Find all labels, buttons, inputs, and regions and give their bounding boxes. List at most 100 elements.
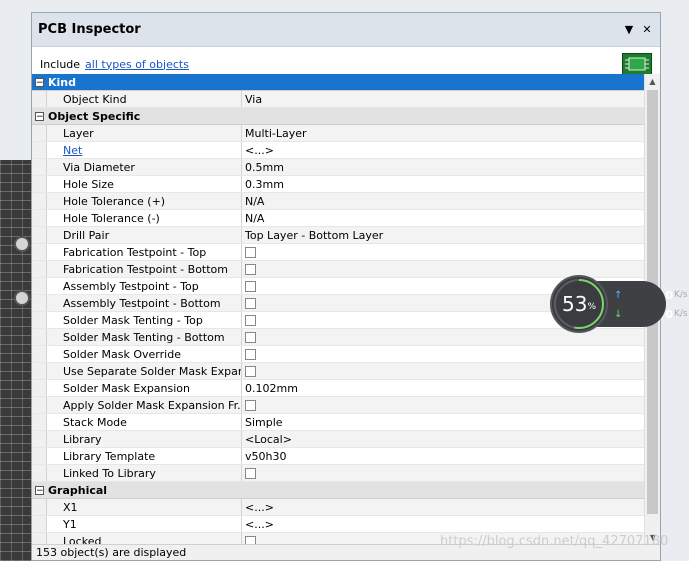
property-value[interactable]: <...> bbox=[242, 142, 645, 158]
network-monitor-widget[interactable]: ↑ 0 K/s ↓ 0 K/s 53% bbox=[550, 275, 688, 333]
property-name-label: Library Template bbox=[63, 449, 156, 463]
row-indent bbox=[32, 261, 47, 277]
property-checkbox[interactable] bbox=[245, 297, 256, 309]
property-row[interactable]: Linked To Library bbox=[32, 465, 645, 482]
close-icon[interactable]: ✕ bbox=[640, 23, 654, 36]
property-checkbox[interactable] bbox=[245, 263, 256, 275]
property-value[interactable]: 0.5mm bbox=[242, 159, 645, 175]
via-pad bbox=[14, 290, 30, 306]
property-checkbox[interactable] bbox=[245, 280, 256, 292]
property-row[interactable]: Layer Multi-Layer bbox=[32, 125, 645, 142]
row-indent bbox=[32, 448, 47, 464]
property-value[interactable]: <...> bbox=[242, 516, 645, 532]
category-graphical[interactable]: − Graphical bbox=[32, 482, 645, 499]
property-name-label: Via Diameter bbox=[63, 160, 135, 174]
property-value[interactable]: N/A bbox=[242, 210, 645, 226]
property-row[interactable]: X1 <...> bbox=[32, 499, 645, 516]
collapse-toggle-icon[interactable]: − bbox=[35, 485, 44, 495]
property-name: Solder Mask Tenting - Bottom bbox=[47, 329, 242, 345]
property-name-label: Hole Tolerance (+) bbox=[63, 194, 166, 208]
property-value[interactable] bbox=[242, 465, 645, 481]
property-value-text[interactable]: <...> bbox=[245, 144, 274, 157]
upload-rate: ↑ 0 K/s bbox=[614, 288, 688, 302]
property-value[interactable]: Multi-Layer bbox=[242, 125, 645, 141]
row-indent bbox=[32, 499, 47, 515]
property-row[interactable]: Y1 <...> bbox=[32, 516, 645, 533]
property-value[interactable] bbox=[242, 244, 645, 260]
property-row[interactable]: Object Kind Via bbox=[32, 91, 645, 108]
property-row[interactable]: Solder Mask Override bbox=[32, 346, 645, 363]
property-value-text[interactable]: 0.102mm bbox=[245, 382, 298, 395]
property-row[interactable]: Drill Pair Top Layer - Bottom Layer bbox=[32, 227, 645, 244]
row-indent bbox=[32, 465, 47, 481]
property-row[interactable]: Hole Size 0.3mm bbox=[32, 176, 645, 193]
property-value[interactable]: Via bbox=[242, 91, 645, 107]
property-checkbox[interactable] bbox=[245, 467, 256, 479]
property-row[interactable]: Solder Mask Expansion 0.102mm bbox=[32, 380, 645, 397]
property-name: Library Template bbox=[47, 448, 242, 464]
property-value[interactable] bbox=[242, 363, 645, 379]
property-name: Hole Size bbox=[47, 176, 242, 192]
row-indent bbox=[32, 329, 47, 345]
property-value[interactable]: Simple bbox=[242, 414, 645, 430]
row-indent bbox=[32, 142, 47, 158]
property-value-text[interactable]: Simple bbox=[245, 416, 283, 429]
category-object-specific[interactable]: − Object Specific bbox=[32, 108, 645, 125]
property-row[interactable]: Hole Tolerance (+) N/A bbox=[32, 193, 645, 210]
panel-title: PCB Inspector bbox=[38, 22, 141, 37]
property-row[interactable]: Use Separate Solder Mask Expan... bbox=[32, 363, 645, 380]
property-checkbox[interactable] bbox=[245, 246, 256, 258]
property-checkbox[interactable] bbox=[245, 331, 256, 343]
collapse-toggle-icon[interactable]: − bbox=[35, 77, 44, 87]
property-name: Assembly Testpoint - Top bbox=[47, 278, 242, 294]
status-bar: 153 object(s) are displayed bbox=[32, 544, 660, 560]
property-value[interactable] bbox=[242, 346, 645, 362]
property-name[interactable]: Net bbox=[47, 142, 242, 158]
panel-menu-icon[interactable]: ▼ bbox=[622, 23, 636, 36]
property-row[interactable]: Apply Solder Mask Expansion Fr... bbox=[32, 397, 645, 414]
property-name: Y1 bbox=[47, 516, 242, 532]
property-value[interactable]: N/A bbox=[242, 193, 645, 209]
category-kind[interactable]: − Kind bbox=[32, 74, 645, 91]
property-row[interactable]: Hole Tolerance (-) N/A bbox=[32, 210, 645, 227]
property-row[interactable]: Stack Mode Simple bbox=[32, 414, 645, 431]
property-row[interactable]: Net <...> bbox=[32, 142, 645, 159]
property-value-text[interactable]: 0.3mm bbox=[245, 178, 284, 191]
property-value-text[interactable]: N/A bbox=[245, 195, 264, 208]
property-value-text[interactable]: <...> bbox=[245, 501, 274, 514]
property-row[interactable]: Library <Local> bbox=[32, 431, 645, 448]
property-row[interactable]: Fabrication Testpoint - Top bbox=[32, 244, 645, 261]
property-checkbox[interactable] bbox=[245, 399, 256, 411]
property-checkbox[interactable] bbox=[245, 365, 256, 377]
property-value[interactable]: 0.3mm bbox=[242, 176, 645, 192]
property-value-text[interactable]: v50h30 bbox=[245, 450, 286, 463]
property-value[interactable]: Top Layer - Bottom Layer bbox=[242, 227, 645, 243]
property-checkbox[interactable] bbox=[245, 348, 256, 360]
property-name-label: Library bbox=[63, 432, 102, 446]
row-indent bbox=[32, 414, 47, 430]
collapse-toggle-icon[interactable]: − bbox=[35, 111, 44, 121]
property-name-label: Drill Pair bbox=[63, 228, 110, 242]
row-indent bbox=[32, 278, 47, 294]
property-value[interactable]: v50h30 bbox=[242, 448, 645, 464]
property-value-text[interactable]: Top Layer - Bottom Layer bbox=[245, 229, 383, 242]
property-value-text[interactable]: <Local> bbox=[245, 433, 292, 446]
property-value[interactable]: <...> bbox=[242, 499, 645, 515]
include-filter-link[interactable]: all types of objects bbox=[85, 58, 189, 71]
property-value-text[interactable]: 0.5mm bbox=[245, 161, 284, 174]
property-row[interactable]: Via Diameter 0.5mm bbox=[32, 159, 645, 176]
property-value[interactable]: 0.102mm bbox=[242, 380, 645, 396]
property-checkbox[interactable] bbox=[245, 314, 256, 326]
scroll-up-icon[interactable]: ▲ bbox=[645, 74, 660, 90]
property-value[interactable]: <Local> bbox=[242, 431, 645, 447]
property-name-label: Solder Mask Tenting - Bottom bbox=[63, 330, 225, 344]
pcb-board-icon[interactable] bbox=[622, 53, 652, 75]
property-value-text[interactable]: N/A bbox=[245, 212, 264, 225]
property-value-text[interactable]: Multi-Layer bbox=[245, 127, 307, 140]
property-row[interactable]: Library Template v50h30 bbox=[32, 448, 645, 465]
property-value[interactable] bbox=[242, 397, 645, 413]
property-name-label[interactable]: Net bbox=[63, 144, 82, 157]
row-indent bbox=[32, 346, 47, 362]
property-value-text[interactable]: Via bbox=[245, 93, 262, 106]
property-value-text[interactable]: <...> bbox=[245, 518, 274, 531]
